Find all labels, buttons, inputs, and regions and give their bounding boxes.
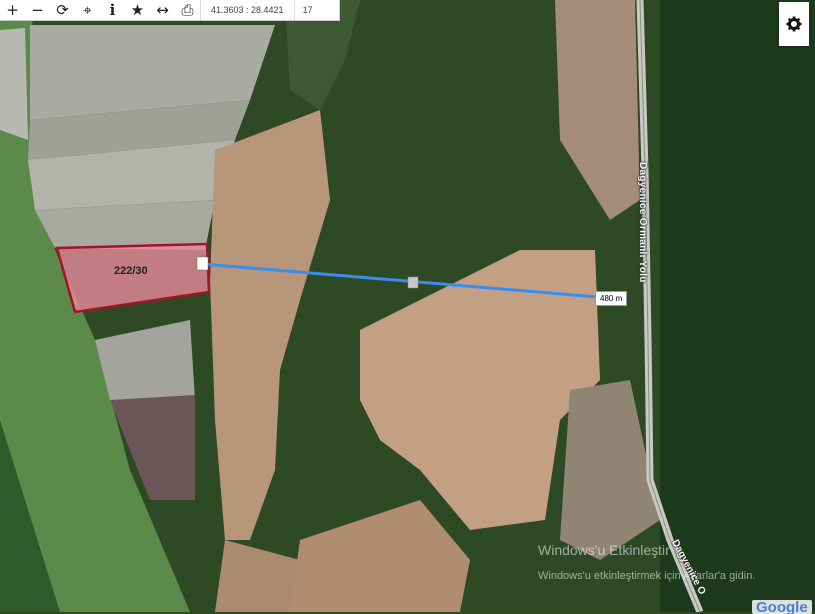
refresh-icon: ⟳ bbox=[56, 1, 69, 19]
print-button[interactable]: ⎙ bbox=[175, 0, 200, 20]
distance-label: 480 m bbox=[595, 291, 628, 306]
measure-mid-handle[interactable] bbox=[407, 276, 419, 289]
printer-icon: ⎙ bbox=[181, 1, 194, 19]
arrows-horizontal-icon: ↔ bbox=[156, 1, 169, 19]
zoom-level-readout: 17 bbox=[293, 0, 335, 20]
windows-activation-title: Windows'u Etkinleştir bbox=[538, 542, 670, 558]
satellite-map[interactable] bbox=[0, 0, 815, 612]
info-button[interactable]: i bbox=[100, 0, 125, 20]
road-label: Dagyenice Ormanlı Yolu bbox=[637, 162, 648, 283]
info-icon: i bbox=[109, 1, 116, 19]
measure-button[interactable]: ↔ bbox=[150, 0, 175, 20]
zoom-out-button[interactable]: − bbox=[25, 0, 50, 20]
favorite-button[interactable]: ★ bbox=[125, 0, 150, 20]
settings-button[interactable] bbox=[779, 2, 809, 46]
gear-icon bbox=[786, 16, 802, 32]
measure-start-handle[interactable] bbox=[196, 256, 209, 271]
map-toolbar: + − ⟳ ⌖ i ★ ↔ ⎙ 41.3603 : 28.4421 17 bbox=[0, 0, 340, 21]
coordinates-readout: 41.3603 : 28.4421 bbox=[200, 0, 294, 20]
crosshair-icon: ⌖ bbox=[83, 1, 92, 19]
parcel-label: 222/30 bbox=[114, 265, 148, 277]
minus-icon: − bbox=[31, 1, 44, 19]
refresh-button[interactable]: ⟳ bbox=[50, 0, 75, 20]
plus-icon: + bbox=[6, 1, 19, 19]
star-icon: ★ bbox=[130, 1, 145, 19]
windows-activation-text: Windows'u etkinleştirmek için Ayarlar'a … bbox=[538, 570, 756, 582]
locate-button[interactable]: ⌖ bbox=[75, 0, 100, 20]
forest-east bbox=[660, 0, 815, 612]
zoom-in-button[interactable]: + bbox=[0, 0, 25, 20]
